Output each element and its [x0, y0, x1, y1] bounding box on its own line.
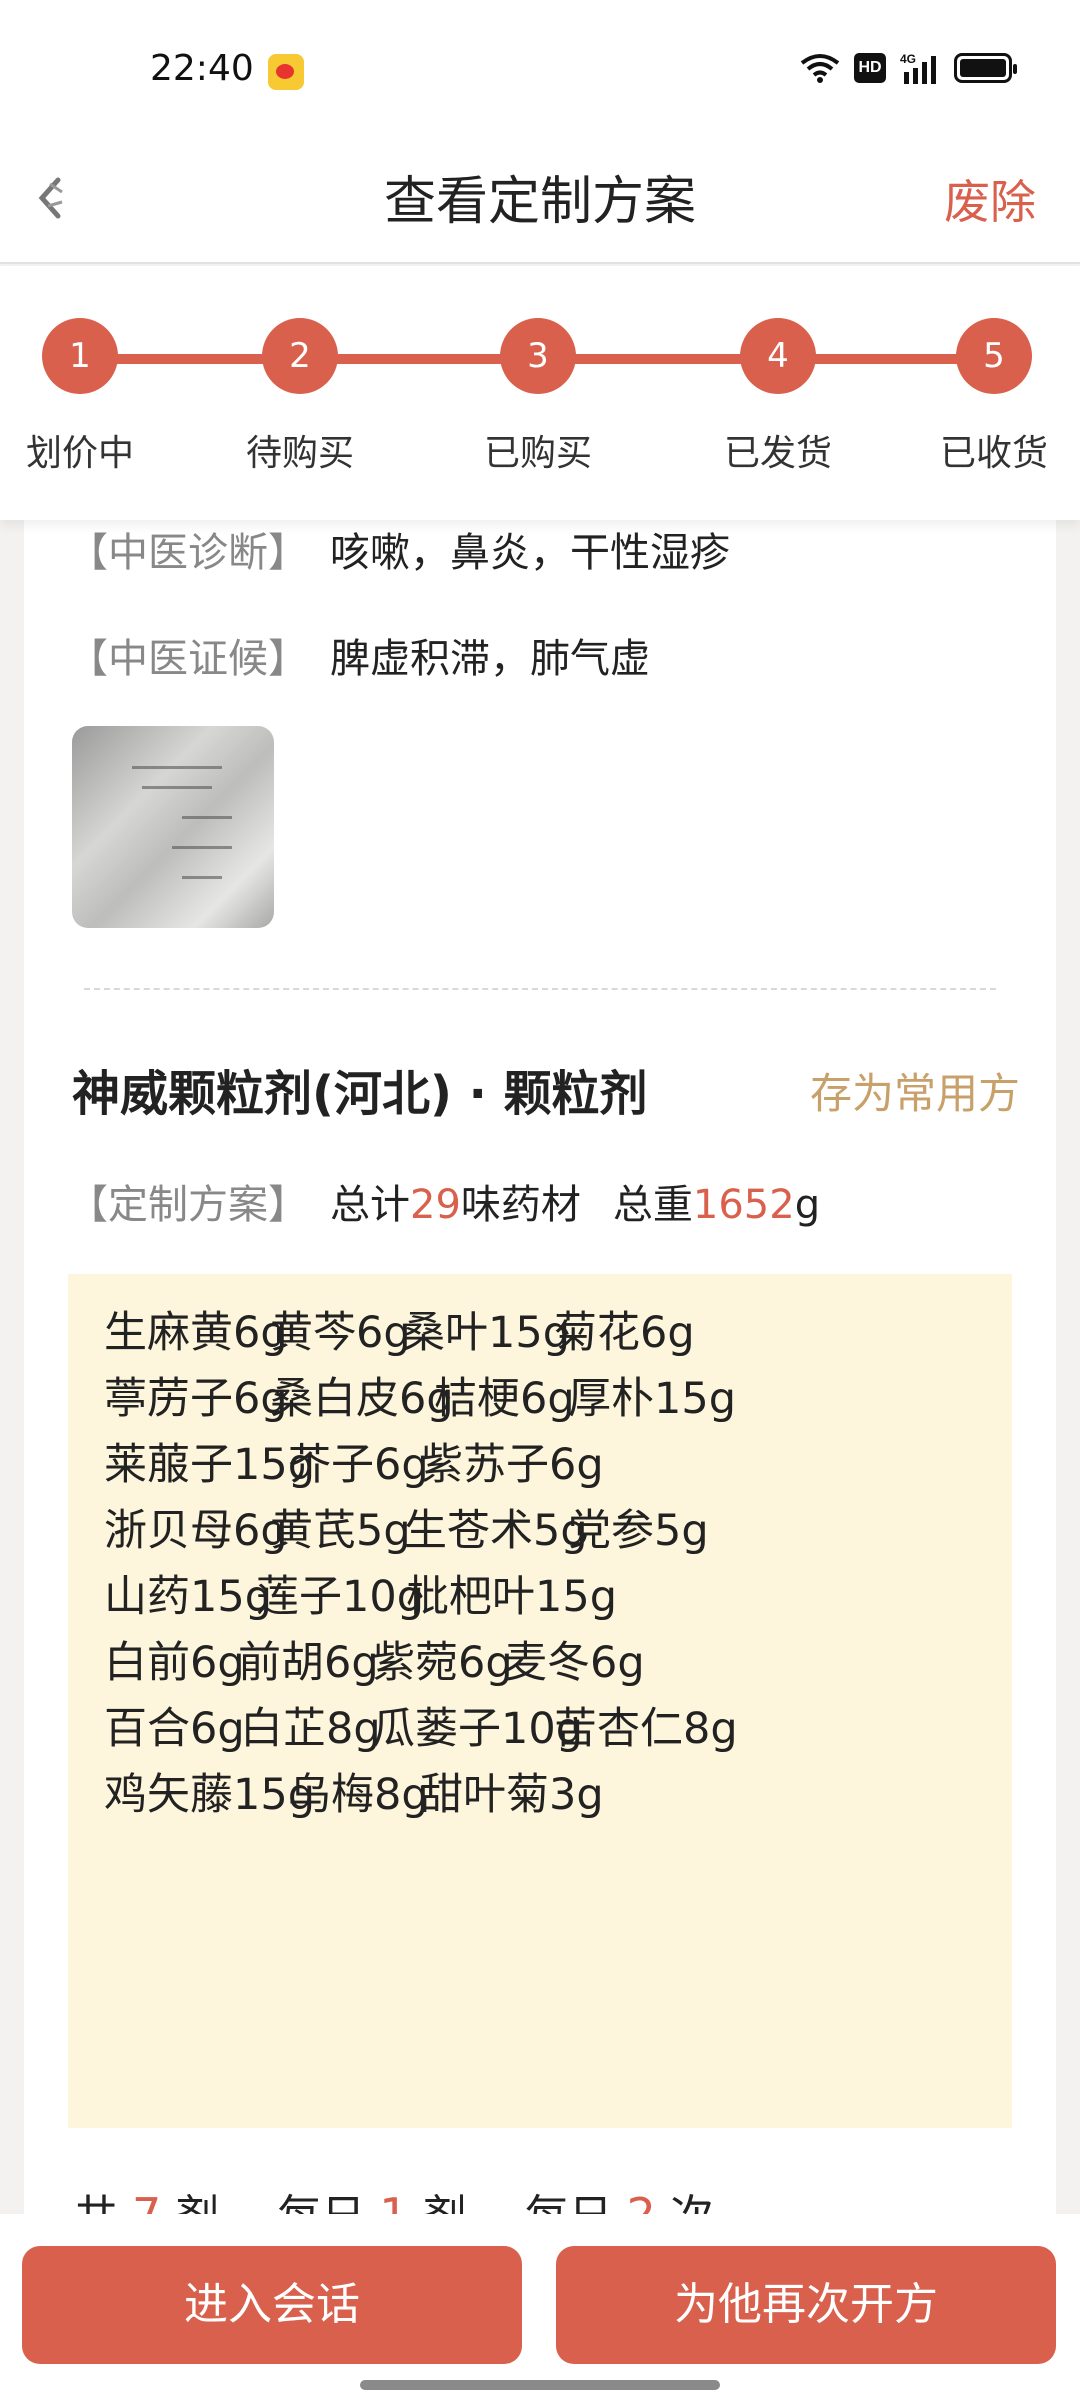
- step-3: 3 已购买: [438, 318, 638, 476]
- herb-list: 生麻黄6g 黄芩6g 桑叶15g 菊花6g 葶苈子6g 桑白皮6g 桔梗6g 厚朴15g 莱菔子…: [68, 1274, 1012, 2128]
- herb-item: 党参5g: [568, 1506, 709, 1556]
- step-circle: 1: [42, 318, 118, 394]
- enter-chat-button[interactable]: 进入会话: [22, 2246, 522, 2364]
- prescription-photo-thumbnail[interactable]: [72, 726, 274, 928]
- step-label: 待购买: [245, 433, 354, 474]
- hd-badge: HD: [854, 53, 886, 83]
- home-indicator[interactable]: [360, 2380, 720, 2390]
- herb-item: 黄芪5g: [270, 1506, 411, 1556]
- herb-item: 桑白皮6g: [270, 1374, 454, 1424]
- abolish-button[interactable]: 废除: [944, 140, 1036, 264]
- nav-bar: 查看定制方案 废除: [0, 140, 1080, 264]
- prescription-title: 神威颗粒剂(河北) · 颗粒剂: [72, 1066, 648, 1122]
- tcm-diagnosis-row: 【中医诊断】 咳嗽，鼻炎，干性湿疹: [68, 520, 730, 578]
- herb-item: 浙贝母6g: [104, 1506, 288, 1556]
- herb-item: 乌梅8g: [288, 1770, 429, 1820]
- herb-item: 鸡矢藤15g: [104, 1770, 316, 1820]
- herb-item: 紫苏子6g: [420, 1440, 604, 1490]
- herb-item: 紫菀6g: [372, 1638, 513, 1688]
- herb-item: 瓜蒌子10g: [372, 1704, 584, 1754]
- network-label: 4G: [900, 52, 916, 66]
- step-1: 1 划价中: [0, 318, 180, 476]
- herb-item: 山药15g: [104, 1572, 273, 1622]
- step-2: 2 待购买: [200, 318, 400, 476]
- herb-item: 枇杷叶15g: [406, 1572, 618, 1622]
- step-5: 5 已收货: [894, 318, 1080, 476]
- tcm-syndrome-value: 脾虚积滞，肺气虚: [330, 636, 650, 682]
- tcm-syndrome-row: 【中医证候】 脾虚积滞，肺气虚: [68, 626, 650, 684]
- herb-item: 苦杏仁8g: [554, 1704, 738, 1754]
- step-label: 已收货: [939, 433, 1048, 474]
- step-label: 已购买: [483, 433, 592, 474]
- step-label: 已发货: [723, 433, 832, 474]
- step-circle: 4: [740, 318, 816, 394]
- herb-item: 桔梗6g: [434, 1374, 575, 1424]
- order-progress-stepper: 1 划价中 2 待购买 3 已购买 4 已发货 5 已收货: [0, 266, 1080, 520]
- herb-item: 芥子6g: [288, 1440, 429, 1490]
- herb-item: 莲子10g: [256, 1572, 425, 1622]
- herb-item: 麦冬6g: [504, 1638, 645, 1688]
- bottom-action-bar: 进入会话 为他再次开方: [0, 2214, 1080, 2400]
- total-weight: 1652: [692, 1182, 795, 1228]
- herb-item: 葶苈子6g: [104, 1374, 288, 1424]
- section-divider: [84, 988, 996, 990]
- herb-item: 生麻黄6g: [104, 1308, 288, 1358]
- herb-count: 29: [410, 1182, 461, 1228]
- herb-item: 前胡6g: [238, 1638, 379, 1688]
- battery-icon: [954, 53, 1017, 83]
- step-label: 划价中: [25, 433, 134, 474]
- status-time: 22:40: [150, 48, 254, 89]
- save-as-favorite-button[interactable]: 存为常用方: [810, 1060, 1020, 1121]
- represcribe-button[interactable]: 为他再次开方: [556, 2246, 1056, 2364]
- herb-item: 甜叶菊3g: [420, 1770, 604, 1820]
- herb-item: 厚朴15g: [568, 1374, 737, 1424]
- weight-prefix: 总重: [612, 1182, 693, 1228]
- tcm-diagnosis-label: 【中医诊断】: [68, 530, 308, 576]
- weight-unit: g: [794, 1182, 821, 1228]
- herb-item: 百合6g: [104, 1704, 245, 1754]
- step-circle: 5: [956, 318, 1032, 394]
- plan-summary: 【定制方案】 总计29味药材 总重1652g: [68, 1172, 820, 1230]
- total-suffix: 味药材: [460, 1182, 581, 1228]
- herb-item: 莱菔子15g: [104, 1440, 316, 1490]
- prescription-card: 【中医诊断】 咳嗽，鼻炎，干性湿疹 【中医证候】 脾虚积滞，肺气虚 神威颗粒剂(河北…: [24, 520, 1056, 2220]
- plan-label: 【定制方案】: [68, 1182, 308, 1228]
- wifi-icon: [800, 54, 840, 83]
- tcm-syndrome-label: 【中医证候】: [68, 636, 308, 682]
- page-title: 查看定制方案: [383, 172, 696, 232]
- step-circle: 3: [500, 318, 576, 394]
- herb-item: 桑叶15g: [402, 1308, 571, 1358]
- signal-icon: 4G: [900, 52, 936, 84]
- status-icons: HD 4G: [800, 52, 1017, 84]
- status-bar: 22:40 HD 4G: [0, 0, 1080, 140]
- tcm-diagnosis-value: 咳嗽，鼻炎，干性湿疹: [330, 530, 730, 576]
- step-4: 4 已发货: [678, 318, 878, 476]
- herb-item: 白芷8g: [240, 1704, 381, 1754]
- step-circle: 2: [262, 318, 338, 394]
- herb-item: 黄芩6g: [270, 1308, 411, 1358]
- total-prefix: 总计: [330, 1182, 410, 1228]
- herb-item: 菊花6g: [554, 1308, 695, 1358]
- herb-item: 白前6g: [104, 1638, 245, 1688]
- herb-item: 生苍术5g: [404, 1506, 588, 1556]
- weibo-icon: [268, 54, 304, 90]
